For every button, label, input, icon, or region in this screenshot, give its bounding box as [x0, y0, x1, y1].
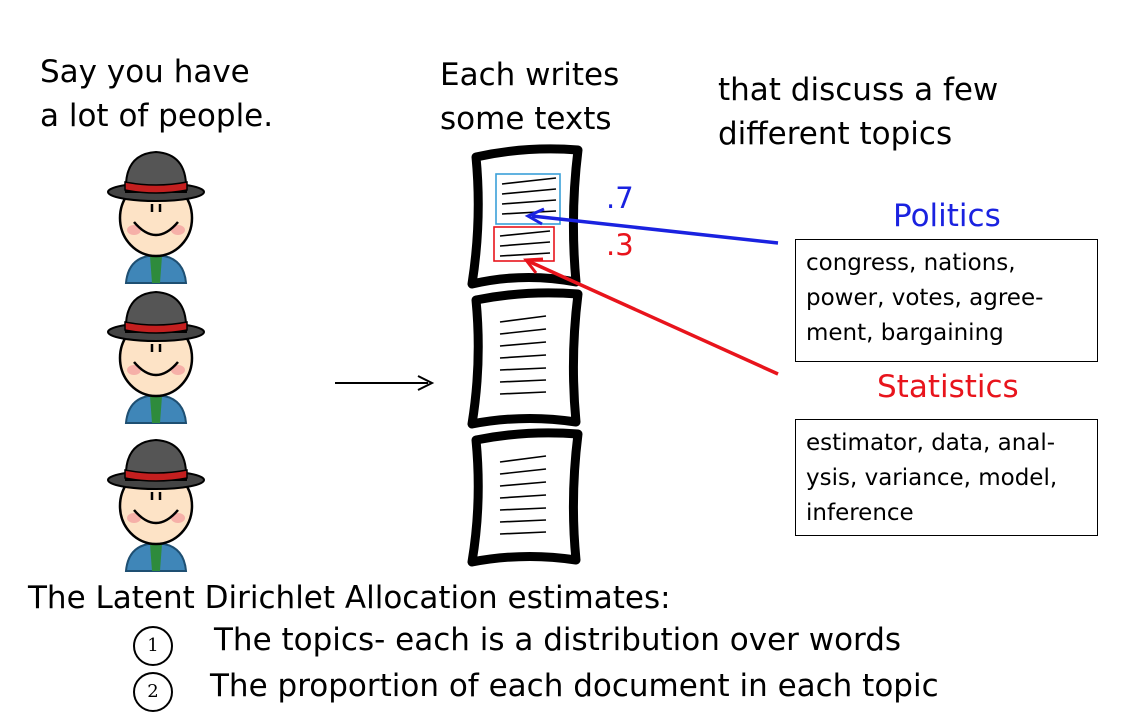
politics-words-line: ment, bargaining	[806, 320, 1004, 346]
document-icon-2	[467, 288, 583, 429]
statistics-words-line: inference	[806, 500, 914, 526]
politics-word-box: congress, nations, power, votes, agree- …	[795, 239, 1098, 362]
statistics-proportion: .3	[606, 228, 634, 262]
bullet-number-2: 2	[133, 672, 173, 712]
summary-item-2: The proportion of each document in each …	[210, 668, 939, 704]
person-figure-3	[106, 438, 206, 573]
document-icon-3	[467, 428, 583, 567]
politics-words-line: congress, nations,	[806, 250, 1016, 276]
statistics-words-line: estimator, data, anal-	[806, 430, 1056, 456]
summary-item-1: The topics- each is a distribution over …	[214, 622, 902, 658]
statistics-word-box: estimator, data, anal- ysis, variance, m…	[795, 419, 1098, 536]
statistics-topic-title: Statistics	[877, 369, 1019, 405]
politics-words-line: power, votes, agree-	[806, 285, 1044, 311]
politics-topic-title: Politics	[893, 198, 1001, 234]
politics-proportion: .7	[606, 181, 634, 215]
statistics-words-line: ysis, variance, model,	[806, 465, 1058, 491]
right-arrow-icon	[335, 375, 435, 391]
summary-heading: The Latent Dirichlet Allocation estimate…	[28, 580, 671, 616]
diagram-graphics	[106, 144, 779, 573]
document-icon-1	[467, 144, 583, 289]
bullet-number-1: 1	[133, 626, 173, 666]
person-figure-2	[106, 290, 206, 425]
person-figure-1	[106, 150, 206, 285]
